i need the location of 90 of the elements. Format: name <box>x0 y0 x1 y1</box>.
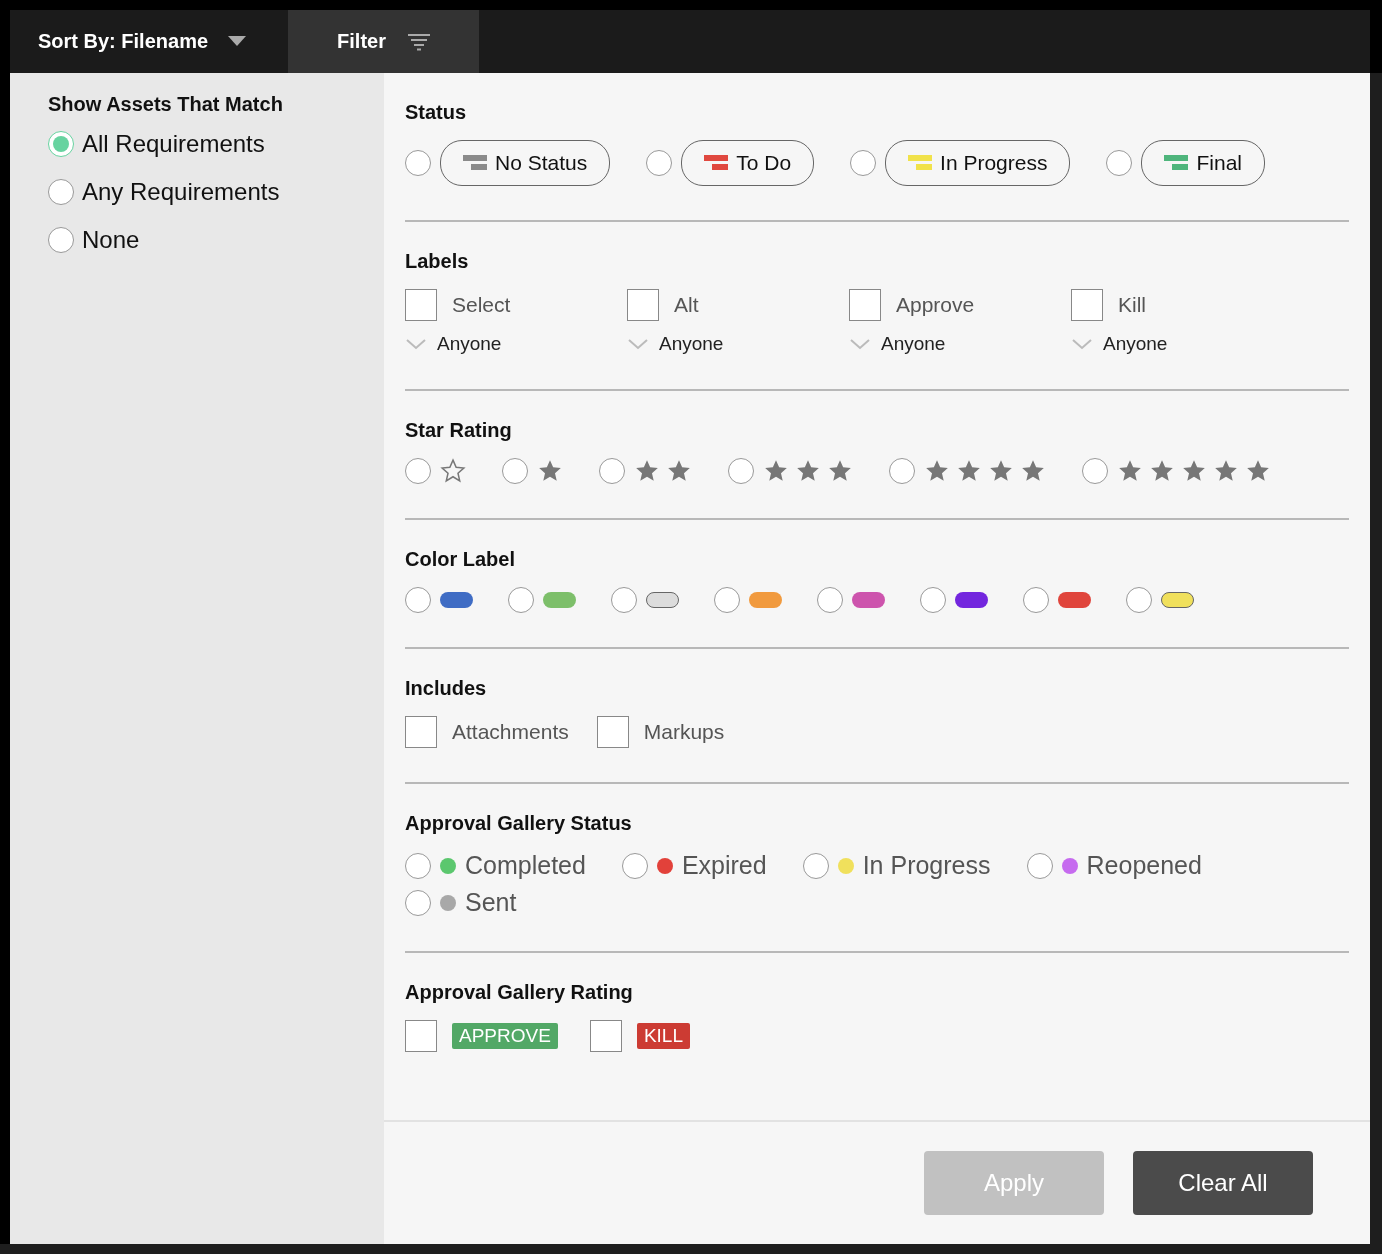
radio-button[interactable] <box>48 179 74 205</box>
caret-icon <box>228 36 247 47</box>
option-label: Completed <box>465 851 586 880</box>
radio-button[interactable] <box>405 587 431 613</box>
option-label: Attachments <box>452 720 569 744</box>
option-label: Markups <box>643 720 725 744</box>
chevron-icon <box>1071 338 1093 350</box>
footer-button[interactable]: Clear All <box>1133 1151 1313 1215</box>
filter-tab[interactable]: Filter <box>288 10 479 73</box>
radio-button[interactable] <box>889 458 915 484</box>
radio-button[interactable] <box>1082 458 1108 484</box>
radio-button[interactable] <box>1106 150 1133 176</box>
star-icon <box>988 458 1014 484</box>
filter-icon <box>407 32 430 51</box>
star-icon <box>956 458 982 484</box>
radio-button[interactable] <box>817 587 843 613</box>
assignee-dropdown[interactable]: Anyone <box>849 333 1071 355</box>
star-icon <box>827 458 853 484</box>
checkbox[interactable] <box>627 289 659 321</box>
status-chip[interactable]: Final <box>1141 140 1265 186</box>
option-label: Reopened <box>1086 851 1202 880</box>
section-title: Approval Gallery Status <box>405 812 632 835</box>
star-icon <box>666 458 692 484</box>
radio-button[interactable] <box>1026 852 1053 879</box>
star-icon <box>1117 458 1143 484</box>
status-chip[interactable]: To Do <box>681 140 815 186</box>
option-label: In Progress <box>862 851 991 880</box>
radio-button[interactable] <box>621 852 648 879</box>
radio-button[interactable] <box>405 150 431 176</box>
chevron-icon <box>627 338 649 350</box>
panel-title: Show Assets That Match <box>48 93 283 116</box>
section-title: Status <box>405 101 467 124</box>
section-title: Approval Gallery Rating <box>405 981 633 1004</box>
status-chip[interactable]: No Status <box>440 140 611 186</box>
radio-button[interactable] <box>611 587 637 613</box>
assignee-dropdown[interactable]: Anyone <box>627 333 849 355</box>
section-title: Labels <box>405 250 469 273</box>
match-option[interactable]: All Requirements <box>48 130 265 158</box>
star-icon <box>763 458 789 484</box>
radio-button[interactable] <box>728 458 754 484</box>
status-chip[interactable]: In Progress <box>885 140 1071 186</box>
chevron-icon <box>849 338 871 350</box>
checkbox[interactable] <box>849 289 881 321</box>
checkbox[interactable] <box>1071 289 1103 321</box>
option-label: Sent <box>465 888 517 917</box>
assignee-dropdown[interactable]: Anyone <box>1071 333 1293 355</box>
radio-button[interactable] <box>48 131 74 157</box>
label-name: Approve <box>896 293 975 317</box>
radio-button[interactable] <box>920 587 946 613</box>
checkbox[interactable] <box>405 289 437 321</box>
option-label: Expired <box>681 851 767 880</box>
radio-button[interactable] <box>405 852 431 879</box>
label-name: Alt <box>674 293 699 317</box>
rating-badge: KILL <box>636 1023 690 1049</box>
checkbox[interactable] <box>405 1020 437 1052</box>
rating-badge: APPROVE <box>452 1023 558 1049</box>
radio-button[interactable] <box>405 889 431 916</box>
radio-button[interactable] <box>646 150 673 176</box>
star-icon <box>634 458 660 484</box>
radio-button[interactable] <box>1023 587 1049 613</box>
radio-button[interactable] <box>850 150 877 176</box>
star-icon <box>1149 458 1175 484</box>
match-option[interactable]: None <box>48 226 140 254</box>
star-icon <box>795 458 821 484</box>
assignee-dropdown[interactable]: Anyone <box>405 333 627 355</box>
star-icon <box>924 458 950 484</box>
star-icon <box>537 458 563 484</box>
star-outline-icon <box>440 458 466 484</box>
star-icon <box>1245 458 1271 484</box>
star-icon <box>1181 458 1207 484</box>
label-name: Kill <box>1118 293 1146 317</box>
radio-button[interactable] <box>802 852 829 879</box>
section-title: Includes <box>405 677 487 700</box>
radio-button[interactable] <box>714 587 740 613</box>
checkbox[interactable] <box>589 1020 622 1052</box>
radio-button[interactable] <box>599 458 625 484</box>
radio-button[interactable] <box>405 458 431 484</box>
chevron-icon <box>405 338 427 350</box>
radio-button[interactable] <box>508 587 534 613</box>
section-title: Color Label <box>405 548 515 571</box>
radio-button[interactable] <box>48 227 74 253</box>
section-title: Star Rating <box>405 419 512 442</box>
radio-button[interactable] <box>502 458 528 484</box>
radio-button[interactable] <box>1126 587 1152 613</box>
checkbox[interactable] <box>405 716 437 748</box>
match-option[interactable]: Any Requirements <box>48 178 280 206</box>
checkbox[interactable] <box>596 716 629 748</box>
star-icon <box>1020 458 1046 484</box>
label-name: Select <box>452 293 511 317</box>
star-icon <box>1213 458 1239 484</box>
